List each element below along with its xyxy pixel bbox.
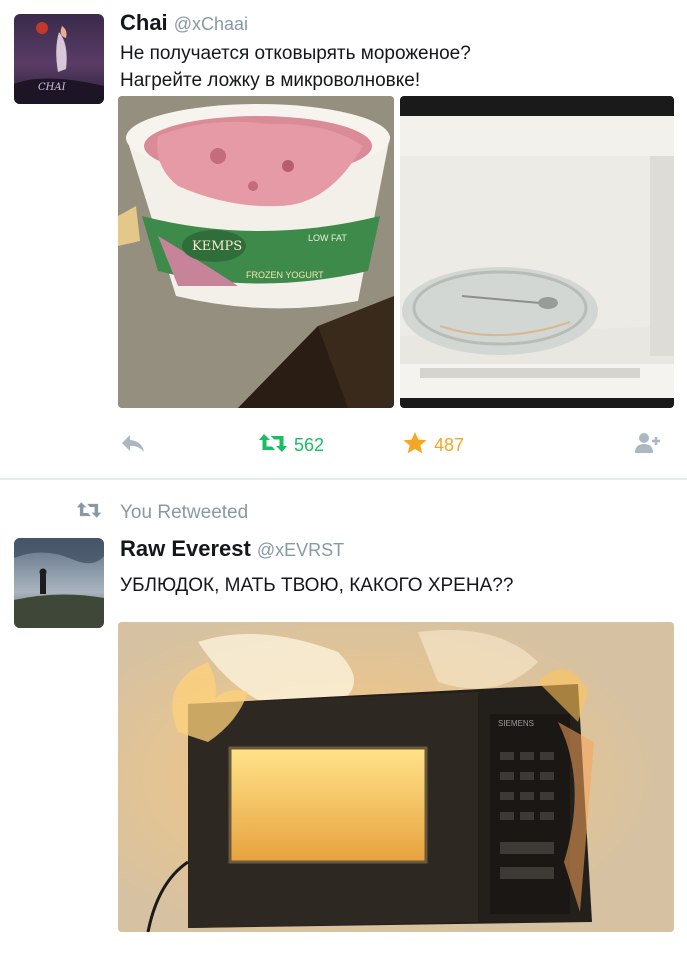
photo-ice-cream[interactable]: KEMPS LOW FAT FROZEN YOGURT: [118, 96, 394, 408]
tweet-text: Не получается отковырять мороженое? Нагр…: [120, 43, 471, 91]
tweet-chai[interactable]: CHAI Chai @xChaai Не получается отковырят…: [0, 0, 687, 478]
photo-burning-microwave[interactable]: SIEMENS: [118, 622, 674, 932]
display-name[interactable]: Raw Everest: [120, 536, 251, 561]
author-line: Chai @xChaai: [120, 10, 248, 36]
handle[interactable]: @xEVRST: [257, 540, 344, 560]
author-line: Raw Everest @xEVRST: [120, 536, 344, 562]
product-label: FROZEN YOGURT: [246, 270, 324, 280]
star-icon: [402, 431, 428, 460]
retweet-count: 562: [294, 434, 325, 455]
retweet-banner-label: You Retweeted: [120, 501, 249, 523]
reply-button[interactable]: [120, 430, 146, 460]
photo-microwave-spoon[interactable]: [400, 96, 674, 408]
tag-label: LOW FAT: [308, 233, 347, 243]
avatar-chai[interactable]: CHAI: [14, 14, 104, 104]
follow-button[interactable]: [634, 430, 662, 460]
favorite-count: 487: [434, 434, 465, 455]
retweet-button[interactable]: 562: [258, 430, 324, 460]
retweet-banner: You Retweeted: [76, 500, 248, 525]
avatar-raw-everest[interactable]: [14, 538, 104, 628]
reply-icon: [120, 432, 146, 459]
display-name[interactable]: Chai: [120, 10, 168, 35]
favorite-button[interactable]: 487: [402, 430, 464, 460]
microwave-brand: SIEMENS: [498, 719, 534, 728]
retweet-icon: [258, 432, 288, 459]
handle[interactable]: @xChaai: [174, 14, 248, 34]
brand-label: KEMPS: [192, 239, 242, 254]
tweet-text: УБЛЮДОК, МАТЬ ТВОЮ, КАКОГО ХРЕНА??: [120, 575, 514, 596]
retweet-icon: [76, 500, 102, 525]
follow-icon: [634, 431, 662, 460]
avatar-caption: CHAI: [38, 82, 67, 93]
tweet-actions: 562 487: [0, 430, 687, 460]
